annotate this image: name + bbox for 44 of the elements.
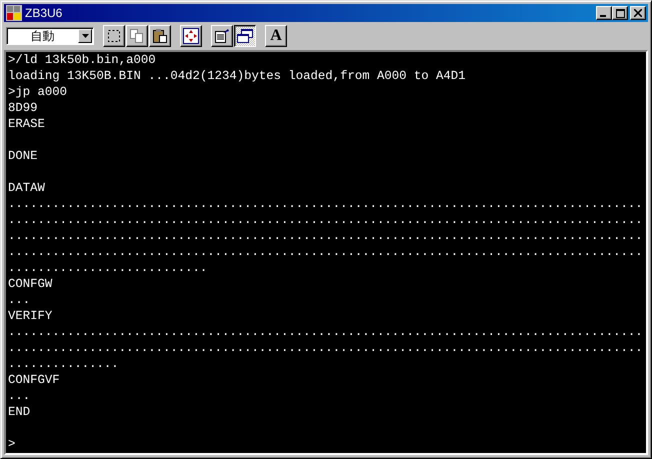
four-arrows-icon <box>183 28 199 44</box>
mode-select[interactable]: 自動 <box>6 27 94 45</box>
maximize-icon <box>616 8 624 18</box>
close-icon <box>634 9 642 17</box>
terminal-line: loading 13K50B.BIN ...04d2(1234)bytes loaded,from A000 to A4D1 <box>8 68 466 84</box>
move-button[interactable] <box>180 25 202 47</box>
terminal-line: ...................................................................................... <box>8 340 643 356</box>
app-icon <box>6 5 22 21</box>
terminal-line: DATAW <box>8 180 45 196</box>
terminal-line: >jp a000 <box>8 84 68 100</box>
document-pen-icon <box>214 28 230 44</box>
terminal-line: ...................................................................................... <box>8 212 643 228</box>
properties-button[interactable] <box>211 25 233 47</box>
terminal-line: ...................................................................................... <box>8 228 643 244</box>
terminal-line: ERASE <box>8 116 45 132</box>
close-button[interactable] <box>630 6 646 20</box>
terminal-line: END <box>8 404 30 420</box>
font-button[interactable]: A <box>265 25 287 47</box>
terminal-line: ........................... <box>8 260 208 276</box>
terminal-line: DONE <box>8 148 38 164</box>
copy-icon <box>129 28 145 44</box>
terminal-line: ... <box>8 388 30 404</box>
terminal-line: CONFGW <box>8 276 52 292</box>
terminal-line: VERIFY <box>8 308 52 324</box>
windows-icon <box>237 28 253 44</box>
dashed-square-icon <box>106 28 122 44</box>
maximize-button[interactable] <box>612 6 628 20</box>
terminal-line: 8D99 <box>8 100 38 116</box>
dropdown-arrow-icon <box>82 34 88 38</box>
window-title: ZB3U6 <box>25 6 64 20</box>
paste-button[interactable] <box>149 25 171 47</box>
copy-button[interactable] <box>126 25 148 47</box>
terminal-line: > <box>8 436 16 452</box>
terminal-line: ...................................................................................... <box>8 324 643 340</box>
terminal-line: ...................................................................................... <box>8 196 643 212</box>
terminal-line: ... <box>8 292 30 308</box>
windows-button[interactable] <box>234 25 256 47</box>
terminal-line: CONFGVF <box>8 372 60 388</box>
minimize-button[interactable] <box>596 6 612 20</box>
terminal-line: ...................................................................................... <box>8 244 643 260</box>
terminal-line: ............... <box>8 356 119 372</box>
paste-icon <box>152 28 168 44</box>
terminal-line: >/ld 13k50b.bin,a000 <box>8 52 156 68</box>
select-button[interactable] <box>103 25 125 47</box>
